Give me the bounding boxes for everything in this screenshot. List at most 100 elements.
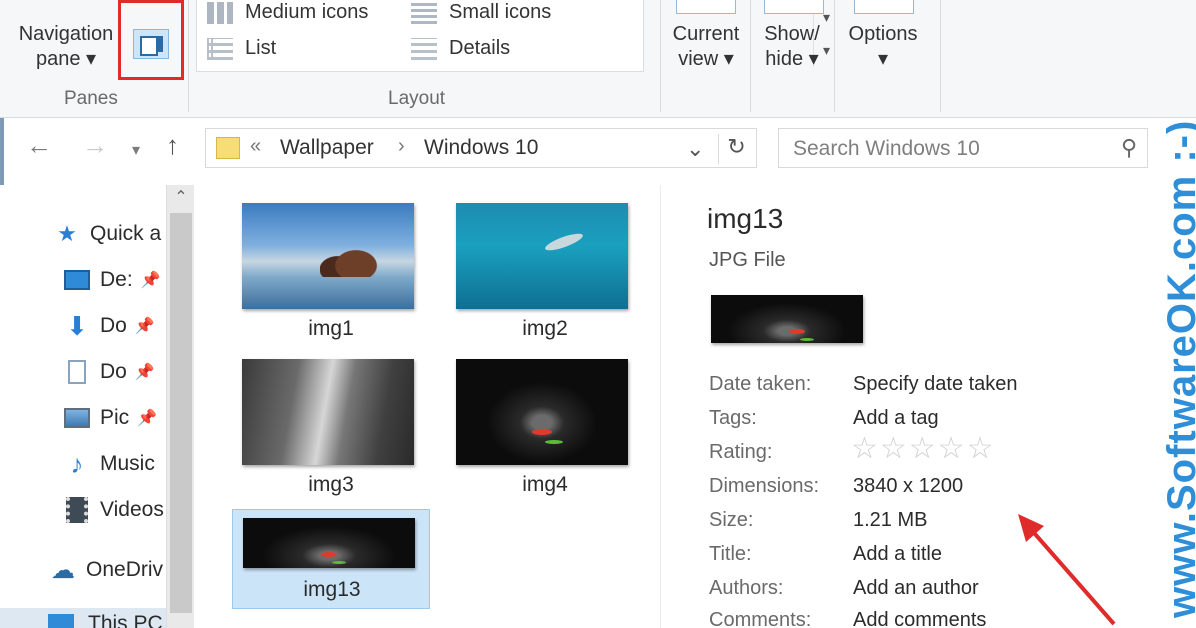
- breadcrumb-windows-10[interactable]: Windows 10: [424, 136, 538, 160]
- nav-videos[interactable]: Videos: [62, 497, 180, 523]
- navigation-pane-dropdown: pane ▾: [35, 48, 97, 70]
- current-view-icon: [676, 0, 736, 14]
- small-icons-option[interactable]: Small icons: [411, 1, 551, 24]
- options-button[interactable]: Options ▾: [838, 0, 928, 72]
- file-name: img13: [303, 578, 361, 601]
- cloud-icon: ☁: [51, 557, 75, 583]
- nav-music[interactable]: ♪ Music: [62, 451, 180, 477]
- nav-quick-access[interactable]: ★ Quick a: [52, 221, 170, 247]
- recent-locations-chevron-icon[interactable]: ▾: [132, 140, 140, 160]
- navigation-pane-button[interactable]: Navigation pane ▾: [14, 22, 118, 72]
- ribbon-separator: [660, 0, 661, 112]
- pin-icon[interactable]: 📌: [137, 408, 157, 428]
- ribbon: Navigation pane ▾ Panes Medium icons Sma…: [0, 0, 1196, 118]
- file-item-img3[interactable]: img3: [232, 341, 430, 499]
- forward-arrow-icon[interactable]: →: [82, 130, 108, 161]
- search-input[interactable]: Search Windows 10: [793, 137, 980, 161]
- details-icon: [411, 37, 437, 60]
- breadcrumb-wallpaper[interactable]: Wallpaper: [280, 136, 374, 160]
- details-file-type: JPG File: [709, 249, 786, 271]
- navigation-pane-label: Navigation: [18, 23, 114, 45]
- nav-pictures[interactable]: Pic 📌: [62, 405, 180, 431]
- medium-icons-icon: [207, 1, 233, 24]
- value-size: 1.21 MB: [853, 509, 928, 531]
- address-dropdown-chevron-icon[interactable]: ⌄: [686, 136, 704, 162]
- document-icon: [62, 359, 92, 385]
- file-item-img1[interactable]: img1: [232, 185, 430, 343]
- computer-icon: [48, 614, 74, 628]
- scrollbar-thumb[interactable]: [170, 213, 192, 613]
- ribbon-separator: [750, 0, 751, 112]
- value-tags[interactable]: Add a tag: [853, 407, 939, 430]
- value-dimensions: 3840 x 1200: [853, 475, 964, 497]
- current-view-button[interactable]: Current view ▾: [666, 0, 746, 72]
- address-bar[interactable]: « Wallpaper › Windows 10: [205, 128, 757, 168]
- folder-icon: [216, 137, 240, 159]
- desktop-icon: [62, 267, 92, 293]
- file-item-img4[interactable]: img4: [446, 341, 644, 499]
- label-title: Title:: [709, 543, 752, 565]
- pin-icon[interactable]: 📌: [135, 316, 155, 336]
- details-option[interactable]: Details: [411, 37, 510, 60]
- file-name: img1: [308, 317, 354, 340]
- label-date-taken: Date taken:: [709, 373, 812, 395]
- refresh-icon[interactable]: ↻: [718, 134, 754, 164]
- value-title[interactable]: Add a title: [853, 543, 942, 566]
- value-authors[interactable]: Add an author: [853, 577, 979, 600]
- show-hide-icon: [764, 0, 824, 14]
- panes-group-label: Panes: [64, 88, 118, 109]
- nav-downloads[interactable]: ⬇ Do 📌: [62, 313, 180, 339]
- thumbnail: [243, 518, 415, 568]
- list-icon: [207, 37, 233, 60]
- list-option[interactable]: List: [207, 37, 276, 60]
- label-tags: Tags:: [709, 407, 757, 429]
- file-name: img2: [522, 317, 568, 340]
- file-item-img2[interactable]: img2: [446, 185, 644, 343]
- options-icon: [854, 0, 914, 14]
- navigation-pane-scrollbar[interactable]: ⌃: [166, 185, 194, 628]
- thumbnail: [456, 359, 628, 465]
- watermark: www.SoftwareOK.com :-): [1160, 119, 1196, 618]
- up-arrow-icon[interactable]: ↑: [166, 130, 179, 161]
- nav-desktop[interactable]: De: 📌: [62, 267, 180, 293]
- scroll-up-icon[interactable]: ⌃: [167, 187, 195, 207]
- layout-group-label: Layout: [388, 88, 446, 109]
- rating-stars[interactable]: ☆☆☆☆☆: [851, 431, 995, 466]
- search-box[interactable]: Search Windows 10 ⚲: [778, 128, 1148, 168]
- value-comments[interactable]: Add comments: [853, 609, 986, 628]
- medium-icons-option[interactable]: Medium icons: [207, 1, 368, 24]
- star-icon: ★: [57, 221, 77, 246]
- file-item-img13[interactable]: img13: [232, 509, 430, 609]
- nav-this-pc[interactable]: This PC: [0, 608, 166, 628]
- pictures-icon: [62, 405, 92, 431]
- thumbnail: [456, 203, 628, 309]
- value-date-taken[interactable]: Specify date taken: [853, 373, 1018, 396]
- download-arrow-icon: ⬇: [66, 313, 88, 339]
- file-name: img4: [522, 473, 568, 496]
- breadcrumb-overflow[interactable]: «: [250, 135, 261, 158]
- search-icon[interactable]: ⚲: [1121, 135, 1137, 161]
- show-hide-button[interactable]: Show/ hide ▾: [754, 0, 830, 72]
- ribbon-separator: [940, 0, 941, 112]
- label-rating: Rating:: [709, 441, 773, 463]
- label-dimensions: Dimensions:: [709, 475, 820, 497]
- video-film-icon: [62, 497, 92, 523]
- nav-documents[interactable]: Do 📌: [62, 359, 180, 385]
- thumbnail: [242, 203, 414, 309]
- nav-onedrive[interactable]: ☁ OneDriv: [48, 557, 166, 583]
- details-preview: [711, 295, 863, 343]
- music-note-icon: ♪: [70, 451, 84, 477]
- ribbon-separator: [188, 0, 189, 112]
- breadcrumb-separator[interactable]: ›: [398, 135, 405, 158]
- details-pane-icon: [133, 29, 169, 59]
- details-file-name: img13: [707, 203, 784, 234]
- back-arrow-icon[interactable]: ←: [26, 130, 52, 161]
- file-name: img3: [308, 473, 354, 496]
- label-size: Size:: [709, 509, 754, 531]
- ribbon-separator: [834, 0, 835, 112]
- details-pane-button[interactable]: [118, 0, 184, 80]
- label-authors: Authors:: [709, 577, 784, 599]
- pin-icon[interactable]: 📌: [141, 270, 161, 290]
- file-list: img1 img2 img3 img4 img13: [196, 185, 658, 628]
- pin-icon[interactable]: 📌: [135, 362, 155, 382]
